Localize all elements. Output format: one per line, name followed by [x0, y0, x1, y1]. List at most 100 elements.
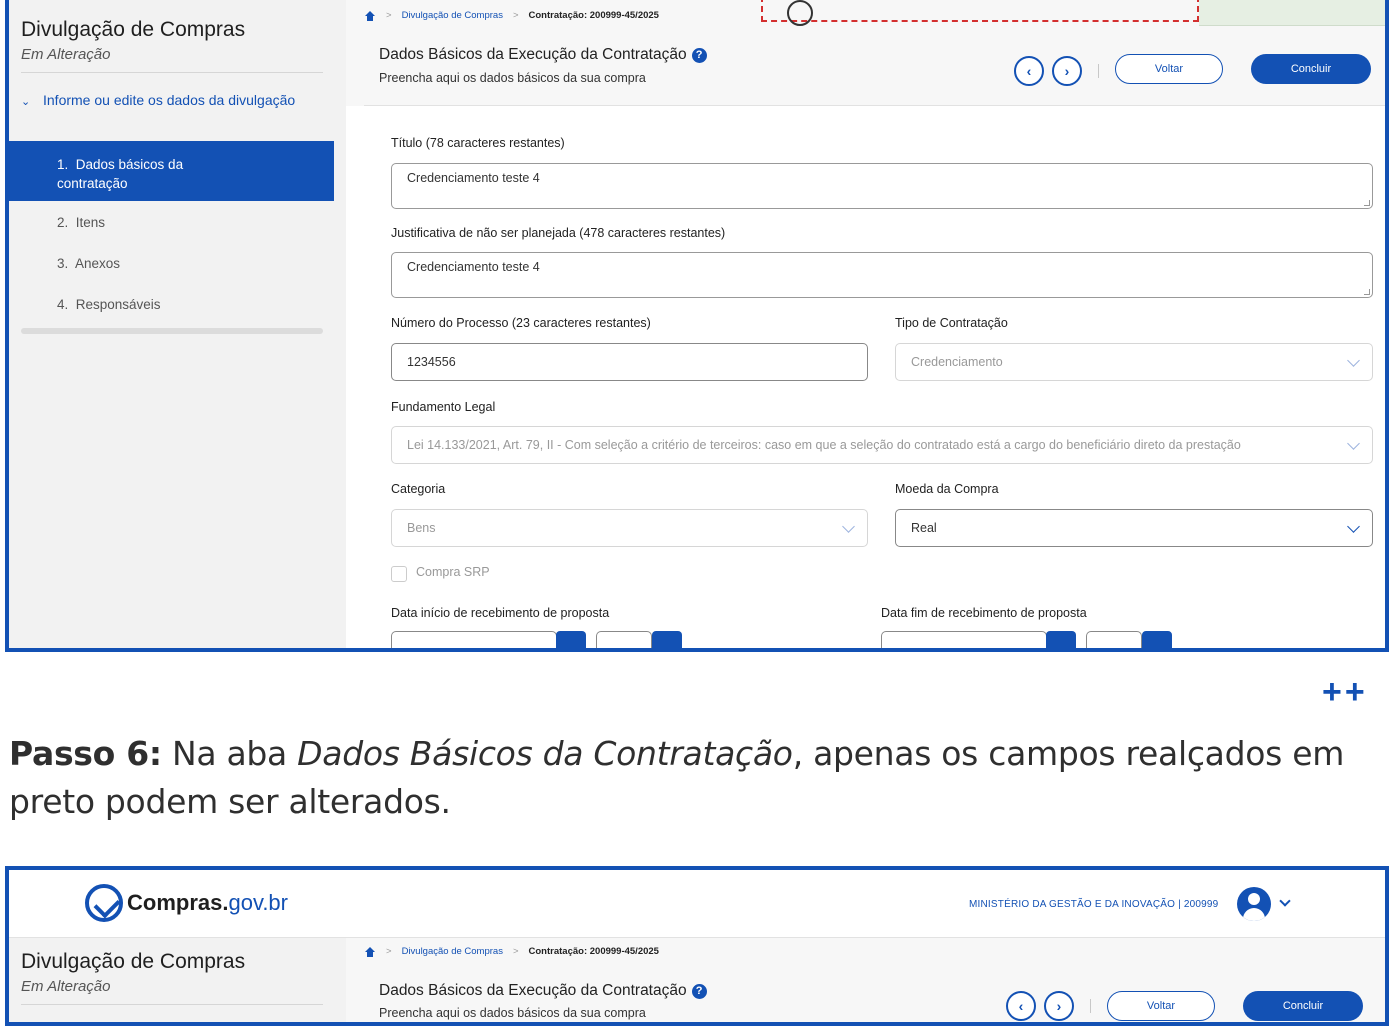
- breadcrumb-separator: >: [386, 10, 392, 21]
- sidebar-title: Divulgação de Compras: [21, 950, 246, 973]
- breadcrumb: > Divulgação de Compras > Contratação: 2…: [364, 946, 659, 957]
- titulo-value: Credenciamento teste 4: [407, 171, 540, 185]
- resize-handle[interactable]: [1364, 289, 1370, 295]
- breadcrumb-separator: >: [386, 946, 392, 957]
- processo-label: Número do Processo (23 caracteres restan…: [391, 316, 651, 330]
- calendar-icon[interactable]: [1046, 631, 1076, 648]
- processo-value: 1234556: [407, 355, 456, 369]
- logo-text-main: Compras.: [127, 890, 229, 915]
- srp-checkbox[interactable]: [391, 566, 407, 582]
- notification-strip: [1199, 0, 1385, 26]
- chevron-down-icon: ⌄: [21, 96, 31, 108]
- hora-inicio-input[interactable]: [596, 631, 652, 648]
- form-dados-basicos: Título (78 caracteres restantes) Credenc…: [346, 106, 1385, 648]
- sidebar-subtitle: Em Alteração: [21, 46, 111, 63]
- fundamento-label: Fundamento Legal: [391, 400, 496, 414]
- prev-button[interactable]: ‹: [1014, 56, 1044, 86]
- titulo-label: Título (78 caracteres restantes): [391, 136, 565, 150]
- page-title-text: Dados Básicos da Execução da Contratação: [379, 982, 687, 999]
- chevron-down-icon: [1347, 437, 1360, 450]
- breadcrumb-current: Contratação: 200999-45/2025: [528, 10, 659, 21]
- home-icon[interactable]: [364, 10, 376, 21]
- sidebar-item-responsaveis[interactable]: 4. Responsáveis: [9, 297, 334, 312]
- chevron-down-icon[interactable]: [1279, 895, 1291, 907]
- chevron-down-icon: [842, 520, 855, 533]
- help-icon[interactable]: ?: [691, 47, 707, 63]
- step-text: Na aba: [161, 734, 298, 773]
- moeda-label: Moeda da Compra: [895, 482, 999, 496]
- decorative-plus-icon: ++: [1322, 673, 1368, 711]
- toolbar-divider: [1090, 999, 1091, 1013]
- help-icon[interactable]: ?: [691, 983, 707, 999]
- data-inicio-input[interactable]: [391, 631, 557, 648]
- fundamento-select[interactable]: Lei 14.133/2021, Art. 79, II - Com seleç…: [391, 426, 1373, 464]
- sidebar-subtitle: Em Alteração: [21, 978, 111, 995]
- step-number: Passo 6:: [9, 734, 162, 773]
- clock-icon[interactable]: [652, 631, 682, 648]
- clock-icon[interactable]: [1142, 631, 1172, 648]
- breadcrumb: > Divulgação de Compras > Contratação: 2…: [364, 10, 659, 21]
- titulo-textarea[interactable]: Credenciamento teste 4: [391, 163, 1373, 209]
- sidebar-divider: [21, 1004, 323, 1005]
- data-fim-label: Data fim de recebimento de proposta: [881, 606, 1087, 620]
- breadcrumb-link[interactable]: Divulgação de Compras: [402, 946, 503, 957]
- main-content: > Divulgação de Compras > Contratação: 2…: [346, 0, 1385, 648]
- voltar-button[interactable]: Voltar: [1115, 54, 1223, 84]
- concluir-button[interactable]: Concluir: [1243, 991, 1363, 1021]
- data-fim-input[interactable]: [881, 631, 1047, 648]
- sidebar-group-label: Informe ou edite os dados da divulgação: [43, 92, 296, 108]
- moeda-value: Real: [911, 521, 937, 535]
- sidebar: Divulgação de Compras Em Alteração ⌄ Inf…: [9, 0, 346, 648]
- sidebar: Divulgação de Compras Em Alteração: [9, 938, 346, 1022]
- sidebar-item-itens[interactable]: 2. Itens: [9, 215, 334, 230]
- srp-label: Compra SRP: [416, 565, 490, 579]
- sidebar-item-dados-basicos[interactable]: 1. Dados básicos da contratação: [9, 141, 334, 201]
- top-bar: Compras.gov.br MINISTÉRIO DA GESTÃO E DA…: [9, 870, 1385, 938]
- user-avatar-icon[interactable]: [1237, 887, 1271, 921]
- next-button[interactable]: ›: [1052, 56, 1082, 86]
- prev-button[interactable]: ‹: [1006, 991, 1036, 1021]
- tipo-value: Credenciamento: [911, 355, 1003, 369]
- fundamento-value: Lei 14.133/2021, Art. 79, II - Com seleç…: [407, 438, 1241, 452]
- chevron-down-icon: [1347, 354, 1360, 367]
- categoria-select[interactable]: Bens: [391, 509, 868, 547]
- concluir-button[interactable]: Concluir: [1251, 54, 1371, 84]
- calendar-icon[interactable]: [556, 631, 586, 648]
- sidebar-scrollbar[interactable]: [21, 328, 323, 334]
- sidebar-divider: [21, 72, 323, 73]
- resize-handle[interactable]: [1364, 200, 1370, 206]
- ministry-label: MINISTÉRIO DA GESTÃO E DA INOVAÇÃO | 200…: [969, 899, 1219, 910]
- hora-fim-input[interactable]: [1086, 631, 1142, 648]
- alert-icon: [787, 0, 813, 26]
- compras-logo[interactable]: Compras.gov.br: [85, 884, 288, 922]
- home-icon[interactable]: [364, 946, 376, 957]
- page-title: Dados Básicos da Execução da Contratação…: [379, 46, 707, 64]
- sidebar-item-anexos[interactable]: 3. Anexos: [9, 256, 334, 271]
- justificativa-textarea[interactable]: Credenciamento teste 4: [391, 252, 1373, 298]
- screenshot-step6: Compras.gov.br MINISTÉRIO DA GESTÃO E DA…: [5, 866, 1389, 1026]
- breadcrumb-link[interactable]: Divulgação de Compras: [402, 10, 503, 21]
- toolbar-divider: [1098, 64, 1099, 78]
- tipo-label: Tipo de Contratação: [895, 316, 1008, 330]
- breadcrumb-separator: >: [512, 10, 519, 21]
- screenshot-step5: Divulgação de Compras Em Alteração ⌄ Inf…: [5, 0, 1389, 652]
- tipo-select[interactable]: Credenciamento: [895, 343, 1373, 381]
- compras-logo-icon: [85, 884, 123, 922]
- justificativa-value: Credenciamento teste 4: [407, 260, 540, 274]
- next-button[interactable]: ›: [1044, 991, 1074, 1021]
- voltar-button[interactable]: Voltar: [1107, 991, 1215, 1021]
- page-subtitle: Preencha aqui os dados básicos da sua co…: [379, 1006, 646, 1020]
- breadcrumb-separator: >: [512, 946, 519, 957]
- step-instruction: Passo 6: Na aba Dados Básicos da Contrat…: [9, 730, 1381, 826]
- sidebar-group-toggle[interactable]: ⌄ Informe ou edite os dados da divulgaçã…: [21, 90, 321, 113]
- screen2-body: Divulgação de Compras Em Alteração > Div…: [9, 938, 1385, 1022]
- data-inicio-label: Data início de recebimento de proposta: [391, 606, 610, 620]
- processo-input[interactable]: 1234556: [391, 343, 868, 381]
- logo-text-gov: gov.br: [228, 890, 288, 915]
- categoria-value: Bens: [407, 521, 436, 535]
- step-tab-name: Dados Básicos da Contratação: [297, 734, 793, 773]
- categoria-label: Categoria: [391, 482, 446, 496]
- moeda-select[interactable]: Real: [895, 509, 1373, 547]
- sidebar-title: Divulgação de Compras: [21, 18, 246, 41]
- page-title-text: Dados Básicos da Execução da Contratação: [379, 46, 687, 63]
